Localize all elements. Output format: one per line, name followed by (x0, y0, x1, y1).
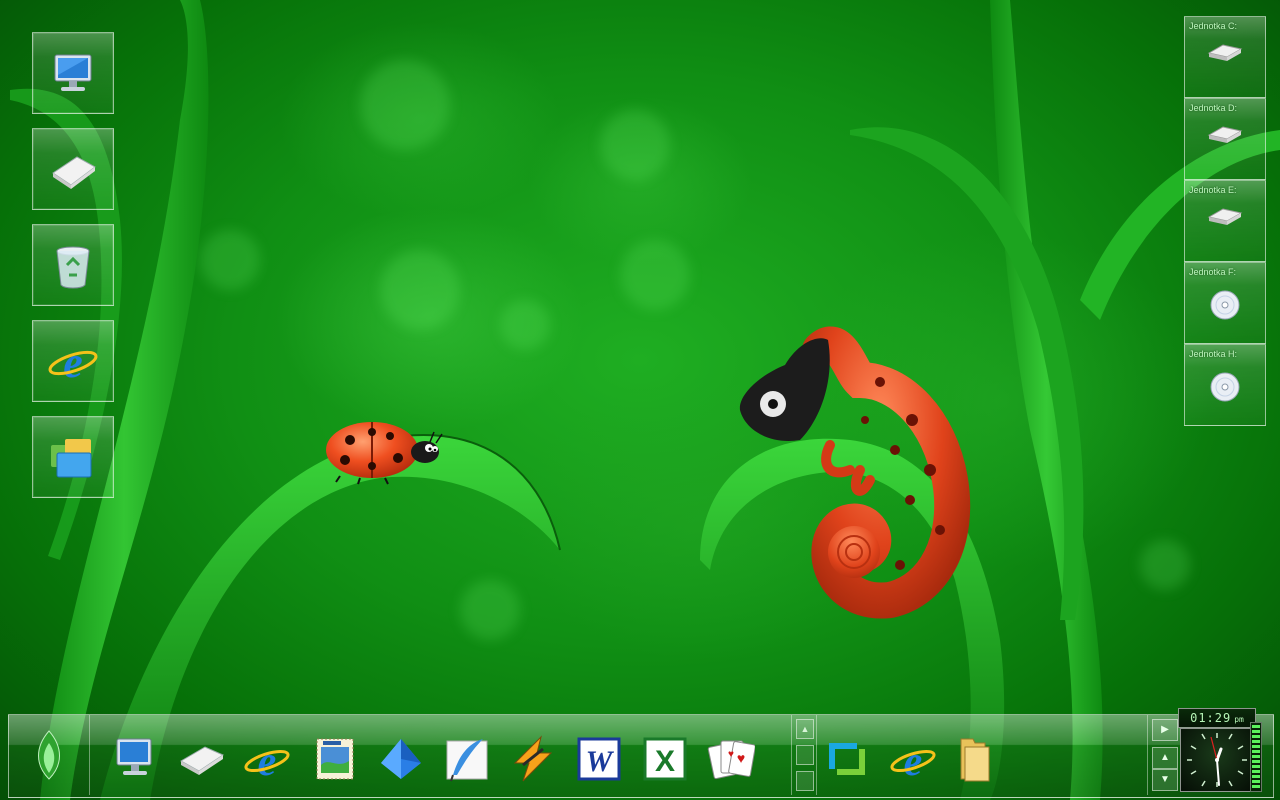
internet-explorer-icon: e (890, 739, 936, 785)
dock-item-mail[interactable] (311, 735, 359, 783)
wallpaper (10, 0, 1280, 800)
winamp-icon (513, 735, 553, 782)
dock-item-blue-diamond[interactable] (377, 735, 425, 783)
tray-up-button[interactable]: ▲ (1152, 747, 1178, 769)
dock-scroll: ▲ (791, 715, 817, 795)
drive-label: Jednotka D: (1189, 103, 1238, 113)
scroll-down-button[interactable] (796, 771, 814, 791)
drive-widget-c[interactable]: Jednotka C: (1184, 16, 1266, 98)
drive-label: Jednotka E: (1189, 185, 1237, 195)
minute-hand (1216, 759, 1220, 786)
word-icon: W (577, 737, 621, 781)
excel-icon: X (643, 737, 687, 781)
desktop-icon-recycle-bin[interactable] (32, 224, 114, 306)
desktop-icon-control-panel[interactable] (32, 416, 114, 498)
drive-label: Jednotka C: (1189, 21, 1238, 31)
tray-down-button[interactable]: ▼ (1152, 769, 1178, 791)
clock-ampm: pm (1234, 715, 1244, 724)
internet-explorer-icon: e (244, 739, 290, 785)
drive-widget-h[interactable]: Jednotka H: (1184, 344, 1266, 426)
computer-icon (54, 54, 92, 91)
level-meter (1250, 722, 1262, 792)
svg-text:e: e (258, 739, 277, 783)
svg-text:♥: ♥ (728, 749, 734, 760)
digital-clock: 01:29 pm (1178, 708, 1256, 728)
mail-stamp-icon (316, 738, 354, 780)
blue-diamond-icon (381, 739, 421, 779)
quick-launch-folder[interactable] (951, 735, 999, 783)
scroll-up-button[interactable]: ▲ (796, 719, 814, 739)
desktop-icon-removable-disk[interactable] (32, 128, 114, 210)
drive-icon (52, 156, 96, 189)
svg-text:e: e (63, 338, 83, 387)
dock-item-internet-explorer[interactable]: e (243, 735, 291, 785)
drive-widget-e[interactable]: Jednotka E: (1184, 180, 1266, 262)
cd-drive-icon (1210, 290, 1240, 320)
svg-text:X: X (655, 745, 675, 778)
tray-next-button[interactable]: ▶ (1152, 719, 1178, 741)
dock-item-solitaire[interactable]: ♥ ♥ (707, 735, 756, 783)
media-player-icon (829, 743, 865, 775)
desktop-icon-my-computer[interactable] (32, 32, 114, 114)
start-button[interactable] (9, 715, 90, 795)
dock-item-word[interactable]: W (575, 735, 623, 783)
clock-widget[interactable]: 01:29 pm (1178, 708, 1256, 794)
tray-navigation: ▶ ▲ ▼ (1147, 715, 1180, 795)
folder-icon (960, 738, 990, 782)
analog-clock-face (1187, 733, 1247, 787)
drive-label: Jednotka H: (1189, 349, 1238, 359)
hard-drive-icon (1207, 126, 1243, 143)
internet-explorer-icon: e (48, 338, 98, 387)
dock-item-quill[interactable] (443, 735, 491, 783)
scroll-track[interactable] (796, 745, 814, 765)
drive-label: Jednotka F: (1189, 267, 1237, 277)
computer-icon (116, 738, 152, 775)
svg-text:W: W (586, 745, 615, 778)
hard-drive-icon (1207, 44, 1243, 61)
analog-clock (1180, 728, 1254, 792)
hard-drive-icon (1207, 208, 1243, 225)
second-hand (1210, 736, 1218, 761)
leaf-logo-icon (38, 730, 60, 780)
dock-item-drive[interactable] (177, 735, 225, 783)
drive-widget-f[interactable]: Jednotka F: (1184, 262, 1266, 344)
svg-text:e: e (904, 739, 923, 783)
grass-blade (990, 0, 1103, 800)
svg-text:♥: ♥ (737, 750, 745, 766)
recycle-bin-icon (56, 246, 90, 289)
dock-item-winamp[interactable] (509, 735, 557, 783)
taskbar: e W X ♥ ♥ ▲ e ▶ ▲ ▼ (8, 714, 1274, 798)
feather-quill-icon (446, 739, 488, 782)
cd-drive-icon (1210, 372, 1240, 402)
desktop-icon-internet-explorer[interactable]: e (32, 320, 114, 402)
dock-item-computer[interactable] (111, 735, 159, 783)
solitaire-cards-icon: ♥ ♥ (707, 740, 756, 780)
dock-item-excel[interactable]: X (641, 735, 689, 783)
drive-widget-d[interactable]: Jednotka D: (1184, 98, 1266, 180)
clock-time: 01:29 (1190, 711, 1232, 725)
quick-launch-media-player[interactable] (823, 735, 871, 783)
drive-icon (179, 746, 225, 775)
control-panel-icon (51, 439, 92, 478)
quick-launch-internet-explorer[interactable]: e (889, 735, 937, 785)
